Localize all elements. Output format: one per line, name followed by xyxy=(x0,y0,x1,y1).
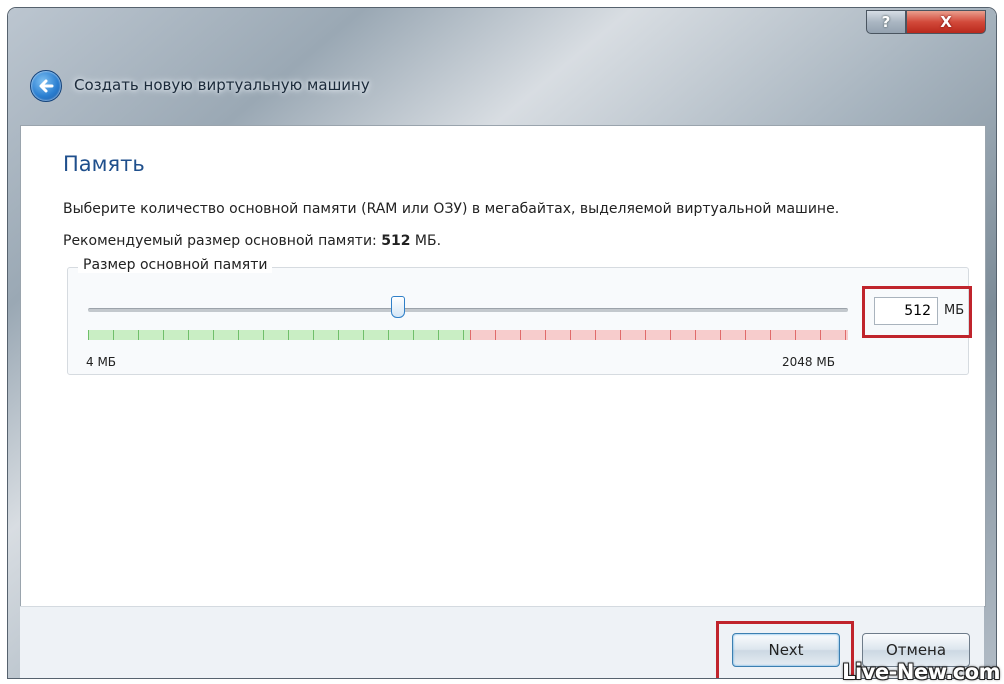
slider-max-label: 2048 МБ xyxy=(782,355,835,369)
button-bar: Next Отмена xyxy=(20,606,984,678)
page-description: Выберите количество основной памяти (RAM… xyxy=(63,201,840,217)
wizard-page: Память Выберите количество основной памя… xyxy=(20,125,986,607)
scale-safe-range xyxy=(88,330,470,340)
recommended-value: 512 xyxy=(381,233,411,249)
memory-slider[interactable] xyxy=(88,290,848,350)
recommended-prefix: Рекомендуемый размер основной памяти: xyxy=(63,233,377,249)
memory-group-title: Размер основной памяти xyxy=(78,257,273,273)
slider-scale xyxy=(88,330,848,340)
memory-value-input[interactable] xyxy=(874,297,938,325)
slider-min-label: 4 МБ xyxy=(86,355,117,369)
arrow-left-icon xyxy=(39,79,54,93)
back-button[interactable] xyxy=(30,70,62,102)
slider-thumb[interactable] xyxy=(391,296,405,318)
window-title: Создать новую виртуальную машину xyxy=(74,76,370,94)
watermark-text: Live-New.com xyxy=(842,660,1000,684)
wizard-window: ? X Создать новую виртуальную машину Пам… xyxy=(8,8,996,678)
memory-unit-label: МБ xyxy=(944,303,965,318)
recommended-unit: МБ. xyxy=(414,233,442,249)
next-button[interactable]: Next xyxy=(732,633,840,667)
close-button[interactable]: X xyxy=(906,10,986,34)
help-button[interactable]: ? xyxy=(866,10,906,34)
page-title: Память xyxy=(63,152,145,176)
recommended-memory-text: Рекомендуемый размер основной памяти: 51… xyxy=(63,233,441,249)
memory-size-group: Размер основной памяти 4 МБ 2048 МБ МБ xyxy=(67,257,972,375)
title-bar: ? X Создать новую виртуальную машину xyxy=(8,8,996,118)
scale-warning-range xyxy=(470,330,848,340)
slider-track[interactable] xyxy=(88,308,848,312)
